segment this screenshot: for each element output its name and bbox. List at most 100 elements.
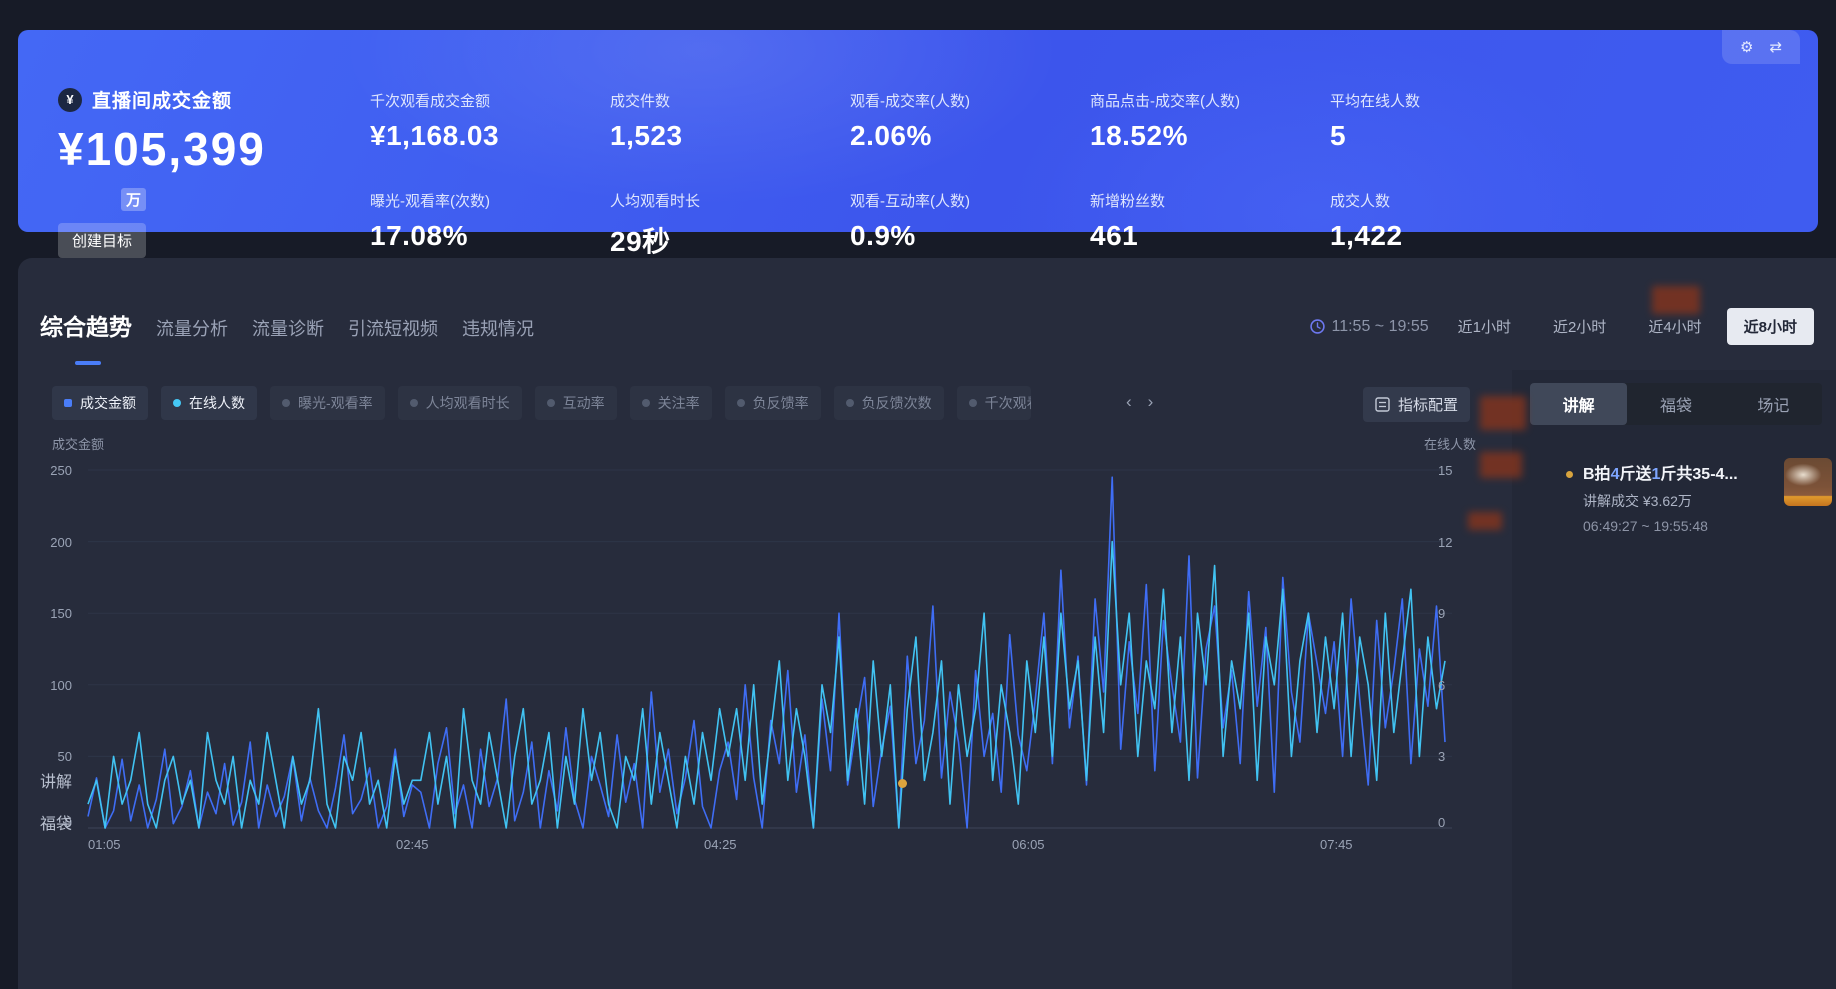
metric-config-button[interactable]: 指标配置 [1363, 387, 1470, 422]
sidebar-tab-讲解[interactable]: 讲解 [1530, 383, 1627, 425]
right-tick: 3 [1438, 749, 1445, 764]
left-axis-title: 成交金额 [52, 434, 104, 453]
chip-dot [547, 399, 555, 407]
kpi-label: 商品点击-成交率(人数) [1090, 90, 1330, 111]
tab-流量分析[interactable]: 流量分析 [156, 315, 228, 341]
kpi-cell: 商品点击-成交率(人数)18.52% [1090, 90, 1330, 190]
chip-dot [173, 399, 181, 407]
left-tick: 50 [38, 749, 72, 764]
list-item-bullet [1566, 471, 1573, 478]
right-tick: 15 [1438, 463, 1452, 478]
sidebar-tab-bar: 讲解福袋场记 [1530, 383, 1822, 425]
redacted-blur [1480, 452, 1522, 478]
main-metric-unit: 万 [121, 188, 146, 211]
time-range-row: 11:55 ~ 19:55 近1小时近2小时近4小时近8小时 [1310, 308, 1815, 345]
chip-dot [846, 399, 854, 407]
active-tab-underline [75, 361, 101, 365]
title-segment: 斤送 [1619, 466, 1651, 483]
title-segment: 斤共35-4... [1660, 466, 1737, 483]
x-tick-label: 01:05 [88, 837, 121, 852]
metric-config-label: 指标配置 [1398, 394, 1458, 415]
clock-icon [1310, 319, 1325, 334]
chip-负反馈次数[interactable]: 负反馈次数 [834, 386, 944, 420]
chips-pager: ‹ › [1126, 392, 1153, 412]
redacted-blur [1468, 512, 1502, 530]
chip-dot [642, 399, 650, 407]
redacted-blur [1652, 286, 1700, 314]
yuan-circle-icon: ¥ [58, 88, 82, 112]
kpi-label: 人均观看时长 [610, 190, 850, 211]
range-button-近8小时[interactable]: 近8小时 [1727, 308, 1814, 345]
create-goal-button[interactable]: 创建目标 [58, 223, 146, 258]
right-tick: 6 [1438, 678, 1445, 693]
chip-成交金额[interactable]: 成交金额 [52, 386, 148, 420]
tab-综合趋势[interactable]: 综合趋势 [40, 308, 132, 342]
kpi-label: 成交人数 [1330, 190, 1570, 211]
kpi-value: 461 [1090, 220, 1330, 252]
metric-chips-row: 成交金额 在线人数 曝光-观看率 人均观看时长 互动率 关注率 负反馈率 负反馈次数 千次观看 [52, 386, 1031, 420]
kpi-value: 29秒 [610, 220, 850, 260]
left-tick: 150 [38, 606, 72, 621]
kpi-cell: 平均在线人数 5 [1330, 90, 1570, 190]
chip-label: 互动率 [563, 393, 605, 413]
gear-icon[interactable]: ⚙ [1740, 38, 1753, 56]
time-range-text: 11:55 ~ 19:55 [1332, 318, 1429, 336]
right-tick: 12 [1438, 535, 1452, 550]
explain-item-time: 06:49:27 ~ 19:55:48 [1583, 518, 1708, 534]
header-corner-actions: ⚙⇄ [1722, 30, 1800, 64]
swap-icon[interactable]: ⇄ [1769, 38, 1782, 56]
sidebar-tab-福袋[interactable]: 福袋 [1627, 383, 1724, 425]
header-kpi-card: ¥ 直播间成交金额 ¥105,399 万 创建目标 千次观看成交金额¥1,168… [18, 30, 1818, 232]
chip-label: 成交金额 [80, 393, 136, 413]
chip-dot [282, 399, 290, 407]
chip-label: 负反馈次数 [862, 393, 932, 413]
kpi-label: 观看-互动率(人数) [850, 190, 1090, 211]
chip-互动率[interactable]: 互动率 [535, 386, 617, 420]
redacted-blur [1480, 396, 1526, 430]
range-button-近2小时[interactable]: 近2小时 [1536, 308, 1623, 345]
chip-dot [737, 399, 745, 407]
chip-label: 在线人数 [189, 393, 245, 413]
chips-prev-icon[interactable]: ‹ [1126, 392, 1132, 412]
main-metric-label: 直播间成交金额 [92, 86, 232, 113]
time-range-display: 11:55 ~ 19:55 [1310, 318, 1429, 336]
chips-next-icon[interactable]: › [1148, 392, 1154, 412]
chip-千次观看[interactable]: 千次观看 [957, 386, 1031, 420]
product-image[interactable] [1784, 458, 1832, 506]
kpi-value: 17.08% [370, 220, 610, 252]
chip-负反馈率[interactable]: 负反馈率 [725, 386, 821, 420]
chip-关注率[interactable]: 关注率 [630, 386, 712, 420]
chip-label: 人均观看时长 [426, 393, 510, 413]
event-row-label-福袋: 福袋 [40, 810, 72, 834]
kpi-cell: 观看-成交率(人数) 2.06% [850, 90, 1090, 190]
range-button-近1小时[interactable]: 近1小时 [1441, 308, 1528, 345]
range-button-group: 近1小时近2小时近4小时近8小时 [1441, 308, 1814, 345]
left-tick: 250 [38, 463, 72, 478]
explain-item-title[interactable]: B拍4斤送1斤共35-4... [1583, 460, 1779, 484]
right-tick: 0 [1438, 815, 1445, 830]
x-tick-label: 02:45 [396, 837, 429, 852]
right-axis-title: 在线人数 [1424, 434, 1476, 453]
kpi-value: 5 [1330, 120, 1570, 152]
main-metric-value: ¥105,399 [58, 122, 266, 176]
kpi-value: 2.06% [850, 120, 1090, 152]
event-row-label-讲解: 讲解 [40, 768, 72, 792]
chip-label: 千次观看 [985, 393, 1031, 413]
live-analytics-dashboard: { "header": { "main": { "currency_icon":… [0, 0, 1836, 989]
tab-引流短视频[interactable]: 引流短视频 [348, 315, 438, 341]
chip-label: 曝光-观看率 [298, 393, 373, 413]
chip-在线人数[interactable]: 在线人数 [161, 386, 257, 420]
kpi-label: 成交件数 [610, 90, 850, 111]
chip-人均观看时长[interactable]: 人均观看时长 [398, 386, 522, 420]
kpi-cell: 成交件数1,523 [610, 90, 850, 190]
kpi-value: 0.9% [850, 220, 1090, 252]
chip-label: 负反馈率 [753, 393, 809, 413]
tab-流量诊断[interactable]: 流量诊断 [252, 315, 324, 341]
kpi-label: 观看-成交率(人数) [850, 90, 1090, 111]
tab-违规情况[interactable]: 违规情况 [462, 315, 534, 341]
kpi-label: 新增粉丝数 [1090, 190, 1330, 211]
kpi-label: 平均在线人数 [1330, 90, 1570, 111]
sidebar-tab-场记[interactable]: 场记 [1725, 383, 1822, 425]
chip-曝光-观看率[interactable]: 曝光-观看率 [270, 386, 385, 420]
right-tick: 9 [1438, 606, 1445, 621]
